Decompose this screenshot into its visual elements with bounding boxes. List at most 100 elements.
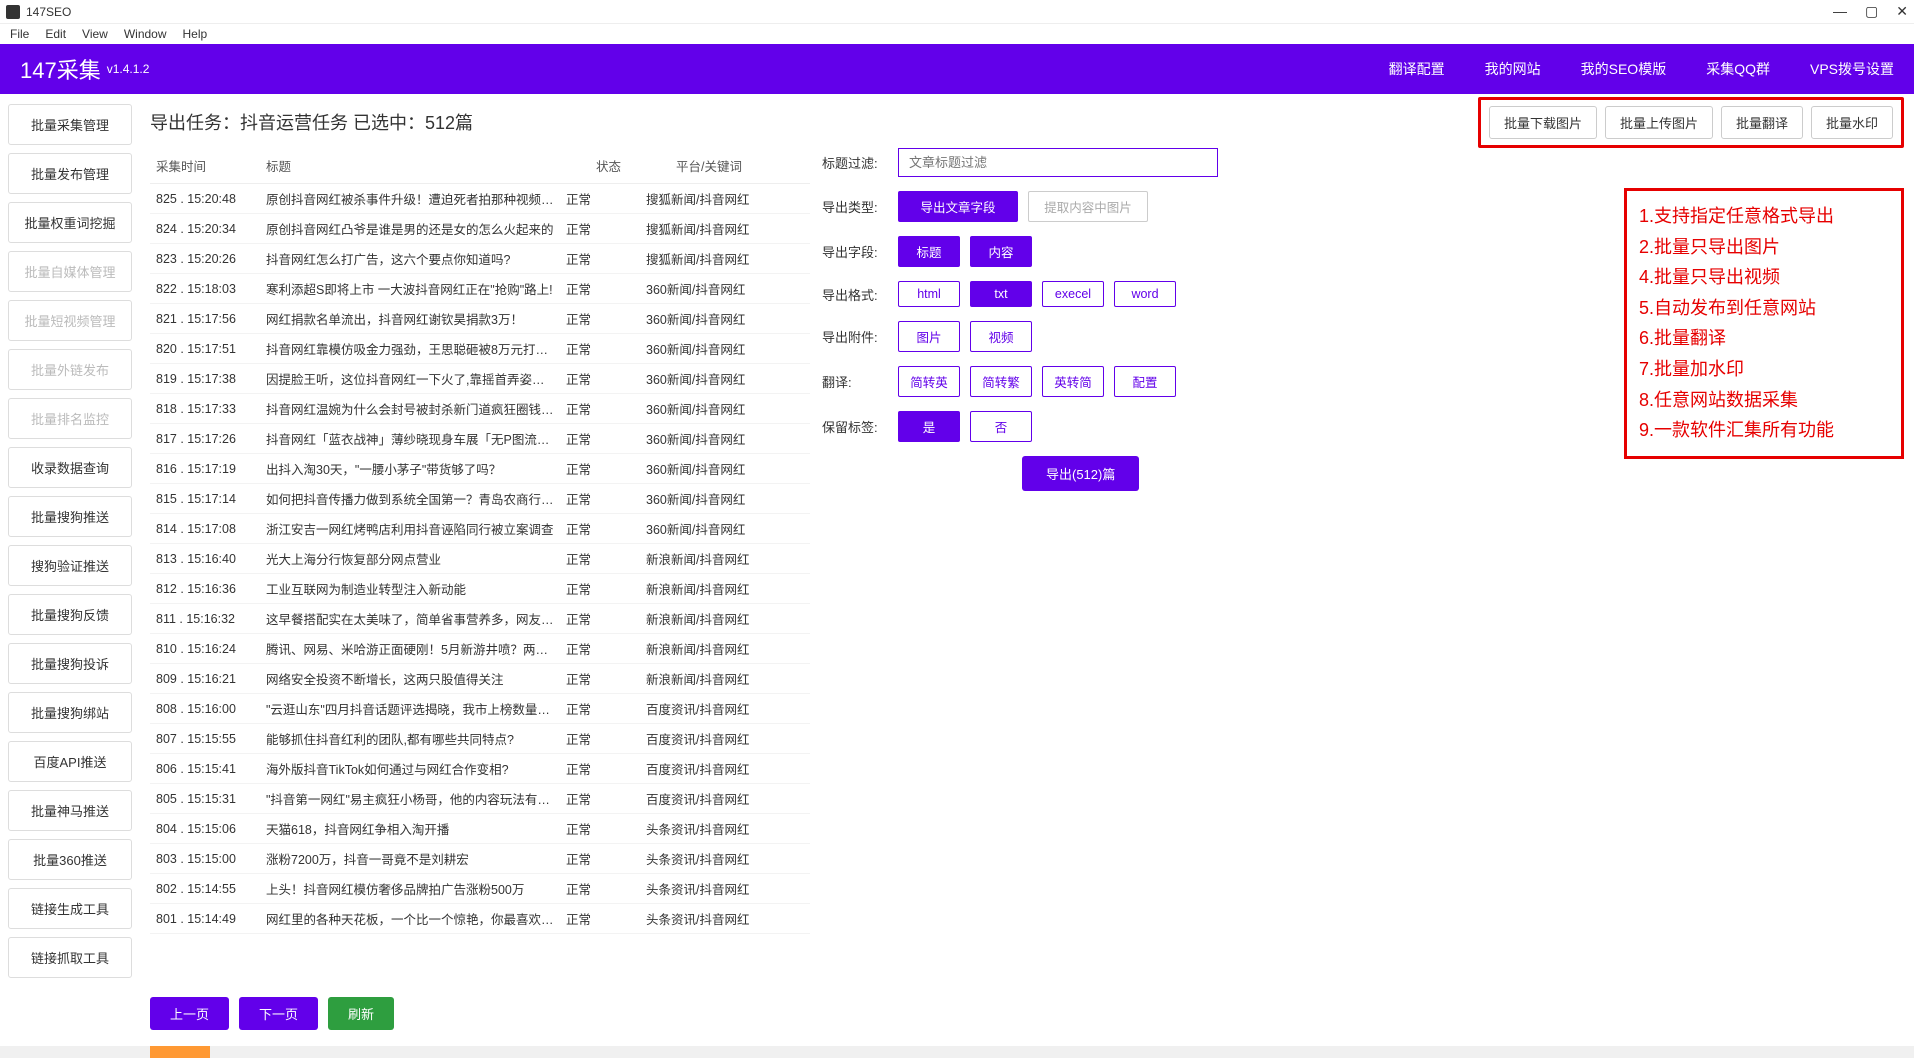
sidebar-item[interactable]: 批量搜狗推送 — [8, 496, 132, 537]
option-button[interactable]: 简转繁 — [970, 366, 1032, 397]
col-time[interactable]: 采集时间 — [150, 148, 260, 184]
cell-platform: 新浪新闻/抖音网红 — [640, 634, 810, 664]
cell-title: 腾讯、网易、米哈游正面硬刚！5月新游井喷？两款吃鸡手游是焦点 — [260, 634, 560, 664]
maximize-icon[interactable]: ▢ — [1865, 3, 1878, 20]
table-row[interactable]: 825 . 15:20:48原创抖音网红被杀事件升级！遭迫死者拍那种视频，网友：… — [150, 184, 810, 214]
menu-view[interactable]: View — [76, 25, 114, 43]
option-button[interactable]: execel — [1042, 281, 1104, 307]
sidebar-item[interactable]: 百度API推送 — [8, 741, 132, 782]
prev-page-button[interactable]: 上一页 — [150, 997, 229, 1030]
option-button[interactable]: 否 — [970, 411, 1032, 442]
table-row[interactable]: 807 . 15:15:55能够抓住抖音红利的团队,都有哪些共同特点?正常百度资… — [150, 724, 810, 754]
nav-item[interactable]: 我的网站 — [1485, 59, 1541, 79]
nav-item[interactable]: 我的SEO模版 — [1581, 59, 1667, 79]
nav-item[interactable]: 翻译配置 — [1389, 59, 1445, 79]
nav-item[interactable]: 采集QQ群 — [1706, 59, 1770, 79]
table-row[interactable]: 810 . 15:16:24腾讯、网易、米哈游正面硬刚！5月新游井喷？两款吃鸡手… — [150, 634, 810, 664]
option-button[interactable]: txt — [970, 281, 1032, 307]
option-button[interactable]: 提取内容中图片 — [1028, 191, 1148, 222]
sidebar-item[interactable]: 批量360推送 — [8, 839, 132, 880]
option-button[interactable]: 简转英 — [898, 366, 960, 397]
sidebar-item[interactable]: 搜狗验证推送 — [8, 545, 132, 586]
sidebar-item[interactable]: 批量搜狗绑站 — [8, 692, 132, 733]
table-row[interactable]: 806 . 15:15:41海外版抖音TikTok如何通过与网红合作变相?正常百… — [150, 754, 810, 784]
option-button[interactable]: 标题 — [898, 236, 960, 267]
table-row[interactable]: 804 . 15:15:06天猫618，抖音网红争相入淘开播正常头条资讯/抖音网… — [150, 814, 810, 844]
table-row[interactable]: 815 . 15:17:14如何把抖音传播力做到系统全国第一？青岛农商行将答案告… — [150, 484, 810, 514]
sidebar-item[interactable]: 链接生成工具 — [8, 888, 132, 929]
menu-edit[interactable]: Edit — [39, 25, 72, 43]
table-row[interactable]: 801 . 15:14:49网红里的各种天花板，一个比一个惊艳，你最喜欢哪一个？… — [150, 904, 810, 934]
sidebar-item[interactable]: 收录数据查询 — [8, 447, 132, 488]
sidebar-item[interactable]: 批量外链发布 — [8, 349, 132, 390]
cell-time: 802 . 15:14:55 — [150, 874, 260, 904]
table-row[interactable]: 805 . 15:15:31"抖音第一网红"易主疯狂小杨哥，他的内容玩法有哪些值… — [150, 784, 810, 814]
col-platform[interactable]: 平台/关键词 — [670, 148, 810, 184]
table-row[interactable]: 802 . 15:14:55上头！抖音网红模仿奢侈品牌拍广告涨粉500万正常头条… — [150, 874, 810, 904]
sidebar-item[interactable]: 批量排名监控 — [8, 398, 132, 439]
option-button[interactable]: 内容 — [970, 236, 1032, 267]
option-button[interactable]: 视频 — [970, 321, 1032, 352]
title-filter-input[interactable] — [898, 148, 1218, 177]
menu-window[interactable]: Window — [118, 25, 173, 43]
action-button[interactable]: 批量翻译 — [1721, 106, 1803, 139]
table-row[interactable]: 803 . 15:15:00涨粉7200万，抖音一哥竟不是刘耕宏正常头条资讯/抖… — [150, 844, 810, 874]
table-row[interactable]: 817 . 15:17:26抖音网红「蓝衣战神」薄纱晓现身车展「无P图流出」惹火… — [150, 424, 810, 454]
cell-status: 正常 — [560, 604, 640, 634]
cell-title: 出抖入淘30天，"一腰小茅子"带货够了吗？ — [260, 454, 560, 484]
sidebar-item[interactable]: 批量搜狗反馈 — [8, 594, 132, 635]
export-button[interactable]: 导出(512)篇 — [1022, 456, 1139, 491]
cell-time: 806 . 15:15:41 — [150, 754, 260, 784]
table-row[interactable]: 823 . 15:20:26抖音网红怎么打广告，这六个要点你知道吗?正常搜狐新闻… — [150, 244, 810, 274]
option-button[interactable]: 是 — [898, 411, 960, 442]
table-row[interactable]: 824 . 15:20:34原创抖音网红凸爷是谁是男的还是女的怎么火起来的正常搜… — [150, 214, 810, 244]
minimize-icon[interactable]: — — [1833, 3, 1847, 20]
table-row[interactable]: 809 . 15:16:21网络安全投资不断增长，这两只股值得关注正常新浪新闻/… — [150, 664, 810, 694]
table-row[interactable]: 822 . 15:18:03寒利添超S即将上市 一大波抖音网红正在"抢购"路上!… — [150, 274, 810, 304]
option-button[interactable]: 导出文章字段 — [898, 191, 1018, 222]
sidebar-item[interactable]: 批量神马推送 — [8, 790, 132, 831]
table-row[interactable]: 818 . 15:17:33抖音网红温婉为什么会封号被封杀新门道疯狂圈钱引热议正… — [150, 394, 810, 424]
menu-file[interactable]: File — [4, 25, 35, 43]
cell-status: 正常 — [560, 424, 640, 454]
sidebar-item[interactable]: 批量采集管理 — [8, 104, 132, 145]
next-page-button[interactable]: 下一页 — [239, 997, 318, 1030]
action-button[interactable]: 批量水印 — [1811, 106, 1893, 139]
option-button[interactable]: 英转简 — [1042, 366, 1104, 397]
action-button[interactable]: 批量上传图片 — [1605, 106, 1713, 139]
table-row[interactable]: 816 . 15:17:19出抖入淘30天，"一腰小茅子"带货够了吗？正常360… — [150, 454, 810, 484]
window-title: 147SEO — [26, 5, 71, 19]
cell-status: 正常 — [560, 274, 640, 304]
action-button[interactable]: 批量下载图片 — [1489, 106, 1597, 139]
sidebar-item[interactable]: 批量权重词挖掘 — [8, 202, 132, 243]
table-row[interactable]: 819 . 15:17:38因提脸王听，这位抖音网红一下火了,靠摇首弄姿的镜头圈… — [150, 364, 810, 394]
option-button[interactable]: 图片 — [898, 321, 960, 352]
table-row[interactable]: 814 . 15:17:08浙江安吉一网红烤鸭店利用抖音诬陷同行被立案调查正常3… — [150, 514, 810, 544]
option-button[interactable]: 配置 — [1114, 366, 1176, 397]
col-status[interactable]: 状态 — [590, 148, 670, 184]
sidebar-item[interactable]: 批量发布管理 — [8, 153, 132, 194]
cell-status: 正常 — [560, 484, 640, 514]
sidebar-item[interactable]: 批量短视频管理 — [8, 300, 132, 341]
table-row[interactable]: 813 . 15:16:40光大上海分行恢复部分网点营业正常新浪新闻/抖音网红 — [150, 544, 810, 574]
sidebar-item[interactable]: 批量搜狗投诉 — [8, 643, 132, 684]
cell-time: 819 . 15:17:38 — [150, 364, 260, 394]
option-button[interactable]: word — [1114, 281, 1176, 307]
table-row[interactable]: 811 . 15:16:32这早餐搭配实在太美味了，简单省事营养多，网友：真正的… — [150, 604, 810, 634]
sidebar-item[interactable]: 批量自媒体管理 — [8, 251, 132, 292]
bottom-scrollbar[interactable] — [0, 1046, 1914, 1058]
col-title[interactable]: 标题 — [260, 148, 590, 184]
refresh-button[interactable]: 刷新 — [328, 997, 394, 1030]
close-icon[interactable]: ✕ — [1896, 3, 1908, 20]
table-row[interactable]: 808 . 15:16:00"云逛山东"四月抖音话题评选揭晓，我市上榜数量全省第… — [150, 694, 810, 724]
option-button[interactable]: html — [898, 281, 960, 307]
cell-time: 807 . 15:15:55 — [150, 724, 260, 754]
table-row[interactable]: 812 . 15:16:36工业互联网为制造业转型注入新动能正常新浪新闻/抖音网… — [150, 574, 810, 604]
feature-line: 7.批量加水印 — [1639, 354, 1889, 385]
nav-item[interactable]: VPS拨号设置 — [1810, 59, 1894, 79]
table-row[interactable]: 820 . 15:17:51抖音网红靠模仿吸金力强劲，王思聪砸被8万元打信"小林… — [150, 334, 810, 364]
sidebar-item[interactable]: 链接抓取工具 — [8, 937, 132, 978]
table-row[interactable]: 821 . 15:17:56网红捐款名单流出，抖音网红谢钦昊捐款3万！正常360… — [150, 304, 810, 334]
menu-help[interactable]: Help — [177, 25, 214, 43]
scrollbar-thumb[interactable] — [150, 1046, 210, 1058]
